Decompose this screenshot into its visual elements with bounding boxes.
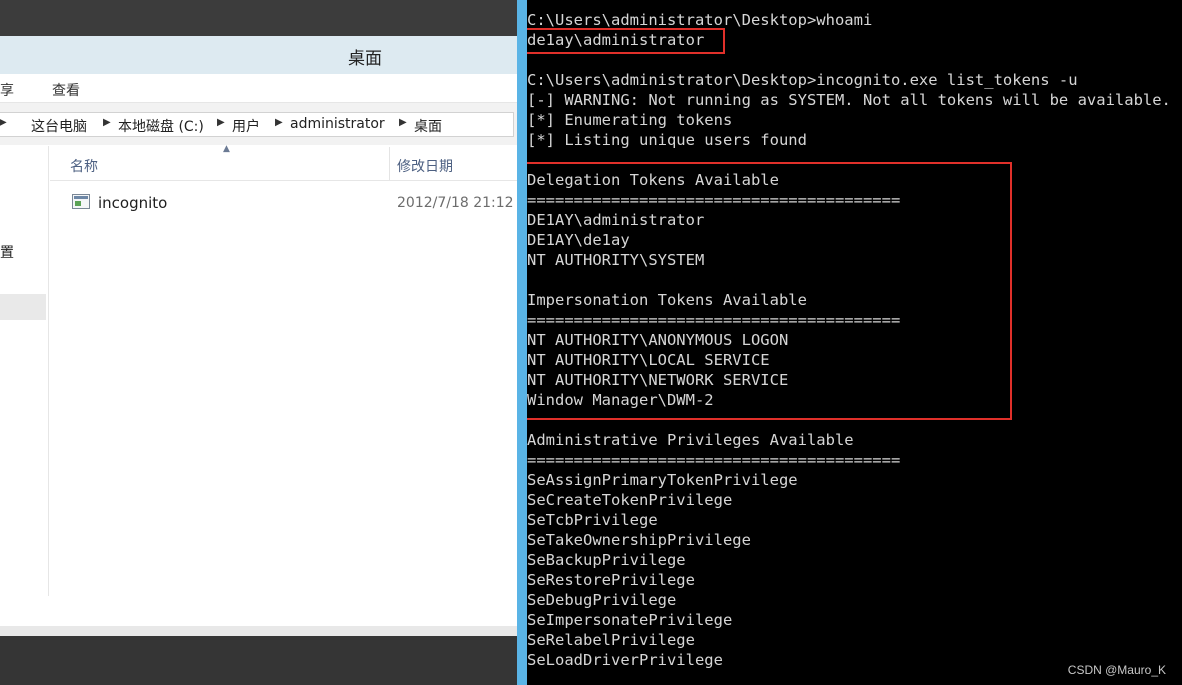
console-window-border	[517, 0, 527, 685]
tab-share[interactable]: 共享	[0, 80, 14, 100]
watermark: CSDN @Mauro_K	[1067, 663, 1166, 677]
console-line: [*] Enumerating tokens	[527, 111, 733, 129]
breadcrumb-item-desktop[interactable]: 桌面	[414, 116, 442, 136]
list-item[interactable]: incognito 2012/7/18 21:12	[50, 186, 517, 218]
chevron-right-icon[interactable]: ▶	[0, 117, 7, 128]
taskbar-strip	[0, 636, 517, 685]
status-bar	[0, 626, 517, 636]
console-line: SeBackupPrivilege	[527, 551, 686, 569]
console-line: SeCreateTokenPrivilege	[527, 491, 733, 509]
breadcrumb[interactable]: ▶ 这台电脑 ▶ 本地磁盘 (C:) ▶ 用户 ▶ administrator …	[0, 112, 514, 137]
console-line: SeImpersonatePrivilege	[527, 611, 733, 629]
column-header: ▲ 名称 修改日期	[50, 144, 517, 181]
chevron-right-icon[interactable]: ▶	[103, 117, 111, 128]
chevron-right-icon[interactable]: ▶	[275, 117, 283, 128]
highlight-box-tokens	[527, 162, 1012, 420]
file-explorer-window: 桌面 共享 查看 ▶ 这台电脑 ▶ 本地磁盘 (C:) ▶ 用户 ▶ admin…	[0, 36, 517, 636]
column-name[interactable]: 名称	[70, 156, 98, 176]
chevron-right-icon[interactable]: ▶	[399, 117, 407, 128]
sort-ascending-icon: ▲	[223, 144, 230, 154]
nav-item-selected[interactable]	[0, 294, 46, 320]
chevron-right-icon[interactable]: ▶	[217, 117, 225, 128]
column-divider[interactable]	[389, 147, 390, 180]
console-line: C:\Users\administrator\Desktop>incognito…	[527, 71, 1078, 89]
explorer-title-bar[interactable]: 桌面	[0, 36, 517, 74]
console-line: C:\Users\administrator\Desktop>whoami	[527, 11, 873, 29]
console-line: SeTcbPrivilege	[527, 511, 658, 529]
breadcrumb-item-local-disk[interactable]: 本地磁盘 (C:)	[118, 116, 204, 136]
highlight-box-whoami	[527, 28, 725, 54]
console-line: SeRestorePrivilege	[527, 571, 695, 589]
tab-view[interactable]: 查看	[52, 80, 80, 100]
file-modified-date: 2012/7/18 21:12	[397, 195, 514, 211]
breadcrumb-item-administrator[interactable]: administrator	[290, 116, 385, 132]
application-icon	[72, 194, 90, 209]
console-line: SeLoadDriverPrivilege	[527, 651, 723, 669]
console-line: Administrative Privileges Available	[527, 431, 854, 449]
breadcrumb-item-this-pc[interactable]: 这台电脑	[31, 116, 87, 136]
breadcrumb-item-users[interactable]: 用户	[232, 116, 260, 136]
window-title: 桌面	[348, 49, 382, 69]
console-line: SeAssignPrimaryTokenPrivilege	[527, 471, 798, 489]
console-line: [*] Listing unique users found	[527, 131, 807, 149]
console-line: ========================================	[527, 451, 901, 469]
file-name: incognito	[98, 194, 168, 212]
command-prompt-window[interactable]: C:\Users\administrator\Desktop>whoami de…	[527, 0, 1182, 685]
ribbon-tabs: 共享 查看	[0, 74, 517, 103]
console-line: SeDebugPrivilege	[527, 591, 677, 609]
column-modified[interactable]: 修改日期	[397, 156, 453, 176]
console-line: [-] WARNING: Not running as SYSTEM. Not …	[527, 91, 1171, 109]
navigation-pane: 置	[0, 146, 49, 596]
console-line: SeRelabelPrivilege	[527, 631, 695, 649]
nav-item-label[interactable]: 置	[0, 242, 14, 262]
console-line: SeTakeOwnershipPrivilege	[527, 531, 751, 549]
desktop-top-strip	[0, 0, 517, 36]
